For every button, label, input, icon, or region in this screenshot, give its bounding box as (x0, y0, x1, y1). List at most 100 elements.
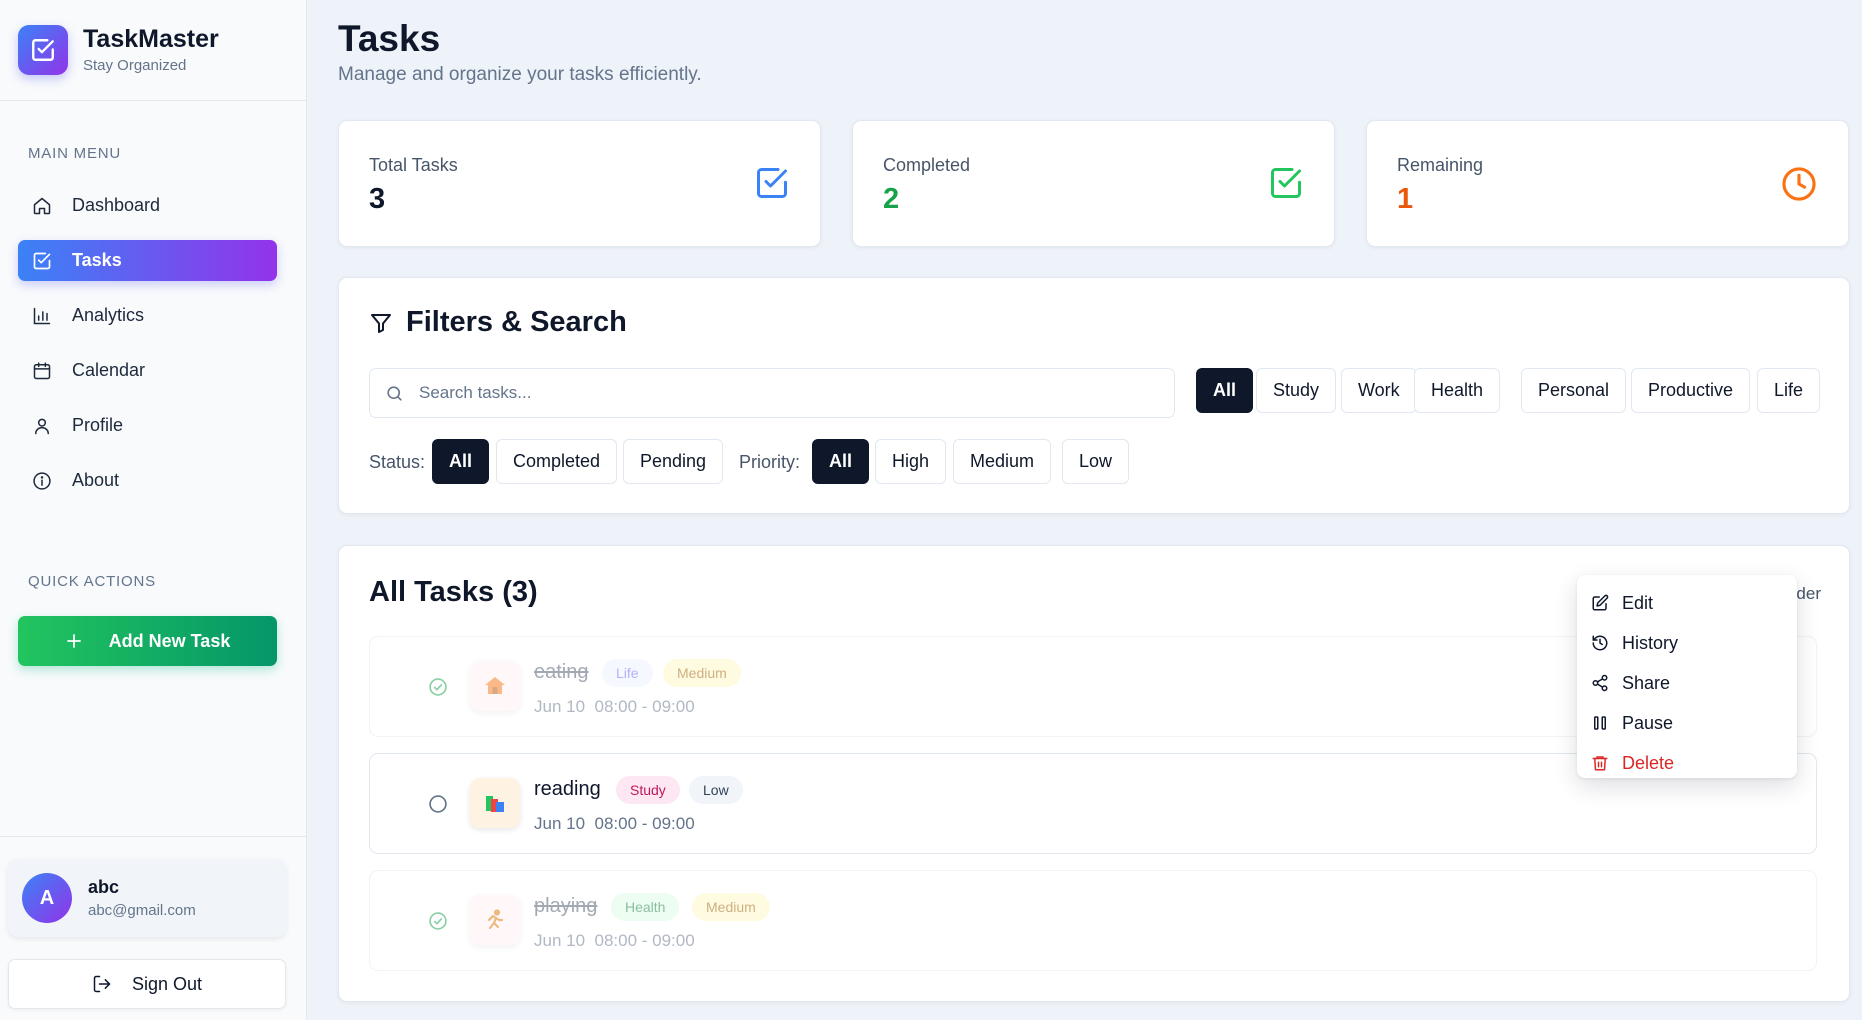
stat-value: 2 (883, 183, 900, 215)
stat-label: Total Tasks (369, 155, 458, 175)
sidebar-item-analytics[interactable]: Analytics (18, 295, 277, 336)
app-tagline: Stay Organized (83, 56, 187, 74)
category-badge: Life (602, 659, 653, 687)
menu-item-pause[interactable]: Pause (1577, 703, 1797, 743)
task-name: playing (534, 895, 598, 917)
filter-icon (369, 311, 393, 335)
search-field[interactable] (369, 368, 1175, 418)
stat-label: Remaining (1397, 155, 1484, 175)
sort-control[interactable]: der (1796, 584, 1821, 604)
history-icon (1591, 634, 1611, 652)
menu-item-label: Delete (1622, 752, 1675, 773)
bar-chart-icon (32, 306, 54, 326)
plus-icon (65, 632, 83, 650)
stat-value: 3 (369, 183, 386, 215)
category-chip-life[interactable]: Life (1757, 368, 1821, 413)
pause-icon (1591, 714, 1611, 732)
task-name: reading (534, 778, 601, 800)
completed-check-icon[interactable] (428, 911, 448, 931)
stat-label: Completed (883, 155, 971, 175)
category-chip-study[interactable]: Study (1256, 368, 1337, 413)
priority-chip-high[interactable]: High (875, 439, 947, 484)
category-badge: Health (611, 893, 680, 921)
user-name: abc (88, 877, 120, 897)
task-context-menu: Edit History Share Pause Delete (1577, 575, 1797, 778)
menu-item-history[interactable]: History (1577, 623, 1797, 663)
search-icon (385, 384, 404, 403)
menu-item-share[interactable]: Share (1577, 663, 1797, 703)
pending-circle-icon[interactable] (428, 794, 448, 814)
sidebar-item-tasks[interactable]: Tasks (18, 240, 277, 281)
priority-chip-all[interactable]: All (812, 439, 870, 484)
priority-badge: Medium (692, 893, 770, 921)
add-new-task-button[interactable]: Add New Task (18, 616, 277, 666)
task-datetime: Jun 10 08:00 - 09:00 (534, 697, 695, 717)
page-title: Tasks (338, 18, 441, 59)
menu-item-edit[interactable]: Edit (1577, 583, 1797, 623)
add-new-task-label: Add New Task (108, 630, 231, 651)
priority-chip-low[interactable]: Low (1062, 439, 1130, 484)
logout-icon (92, 974, 112, 994)
home-icon (32, 196, 54, 216)
task-datetime: Jun 10 08:00 - 09:00 (534, 931, 695, 951)
menu-item-delete[interactable]: Delete (1577, 743, 1797, 783)
stat-card-completed: Completed 2 (852, 120, 1335, 247)
sidebar-item-label: Profile (72, 415, 124, 435)
calendar-icon (32, 361, 54, 381)
sidebar-item-label: Tasks (72, 250, 122, 270)
sign-out-label: Sign Out (131, 973, 203, 994)
task-time-range: 08:00 - 09:00 (594, 697, 695, 716)
stat-card-total: Total Tasks 3 (338, 120, 821, 247)
menu-item-label: Edit (1622, 592, 1654, 613)
task-time-range: 08:00 - 09:00 (594, 814, 695, 833)
filters-title: Filters & Search (406, 306, 627, 338)
user-card: A abc abc@gmail.com (8, 859, 286, 937)
main-menu-label: MAIN MENU (28, 145, 122, 162)
house-icon (470, 661, 520, 711)
task-row[interactable]: playing Health Medium Jun 10 08:00 - 09:… (369, 870, 1817, 971)
user-email: abc@gmail.com (88, 902, 196, 919)
stat-value: 1 (1397, 183, 1414, 215)
page-subtitle: Manage and organize your tasks efficient… (338, 64, 702, 85)
task-name: eating (534, 661, 589, 683)
sign-out-button[interactable]: Sign Out (8, 959, 286, 1009)
category-chip-all[interactable]: All (1196, 368, 1254, 413)
priority-chip-medium[interactable]: Medium (953, 439, 1052, 484)
category-chip-health[interactable]: Health (1414, 368, 1501, 413)
filters-heading: Filters & Search (369, 306, 627, 339)
main-menu: Dashboard Tasks Analytics Calendar Profi… (18, 185, 277, 515)
sidebar-item-profile[interactable]: Profile (18, 405, 277, 446)
filters-panel: Filters & Search All Study Work Health P… (338, 277, 1850, 514)
sidebar-item-label: Analytics (72, 305, 145, 325)
category-chip-personal[interactable]: Personal (1521, 368, 1627, 413)
sidebar-item-calendar[interactable]: Calendar (18, 350, 277, 391)
task-date: Jun 10 (534, 697, 586, 716)
completed-check-icon[interactable] (428, 677, 448, 697)
edit-icon (1591, 594, 1611, 612)
category-chip-work[interactable]: Work (1341, 368, 1417, 413)
stat-card-remaining: Remaining 1 (1366, 120, 1849, 247)
status-chip-pending[interactable]: Pending (623, 439, 724, 484)
tasks-heading: All Tasks (3) (369, 576, 538, 608)
priority-badge: Low (689, 776, 743, 804)
checkbox-icon (32, 251, 54, 271)
brand: TaskMaster Stay Organized (0, 0, 306, 101)
sidebar-item-about[interactable]: About (18, 460, 277, 501)
running-person-icon (470, 895, 520, 945)
category-chip-productive[interactable]: Productive (1631, 368, 1751, 413)
avatar: A (22, 873, 72, 923)
share-icon (1591, 674, 1611, 692)
status-chip-completed[interactable]: Completed (496, 439, 618, 484)
sidebar-item-label: Calendar (72, 360, 146, 380)
sidebar-footer: A abc abc@gmail.com Sign Out (0, 836, 307, 1020)
sidebar-item-label: Dashboard (72, 195, 161, 215)
menu-item-label: Share (1622, 672, 1671, 693)
category-badge: Study (616, 776, 680, 804)
task-time-range: 08:00 - 09:00 (594, 931, 695, 950)
search-input[interactable] (419, 383, 1119, 403)
status-chip-all[interactable]: All (432, 439, 490, 484)
user-icon (32, 416, 54, 436)
app-name: TaskMaster (83, 25, 219, 54)
menu-item-label: Pause (1622, 712, 1674, 733)
sidebar-item-dashboard[interactable]: Dashboard (18, 185, 277, 226)
